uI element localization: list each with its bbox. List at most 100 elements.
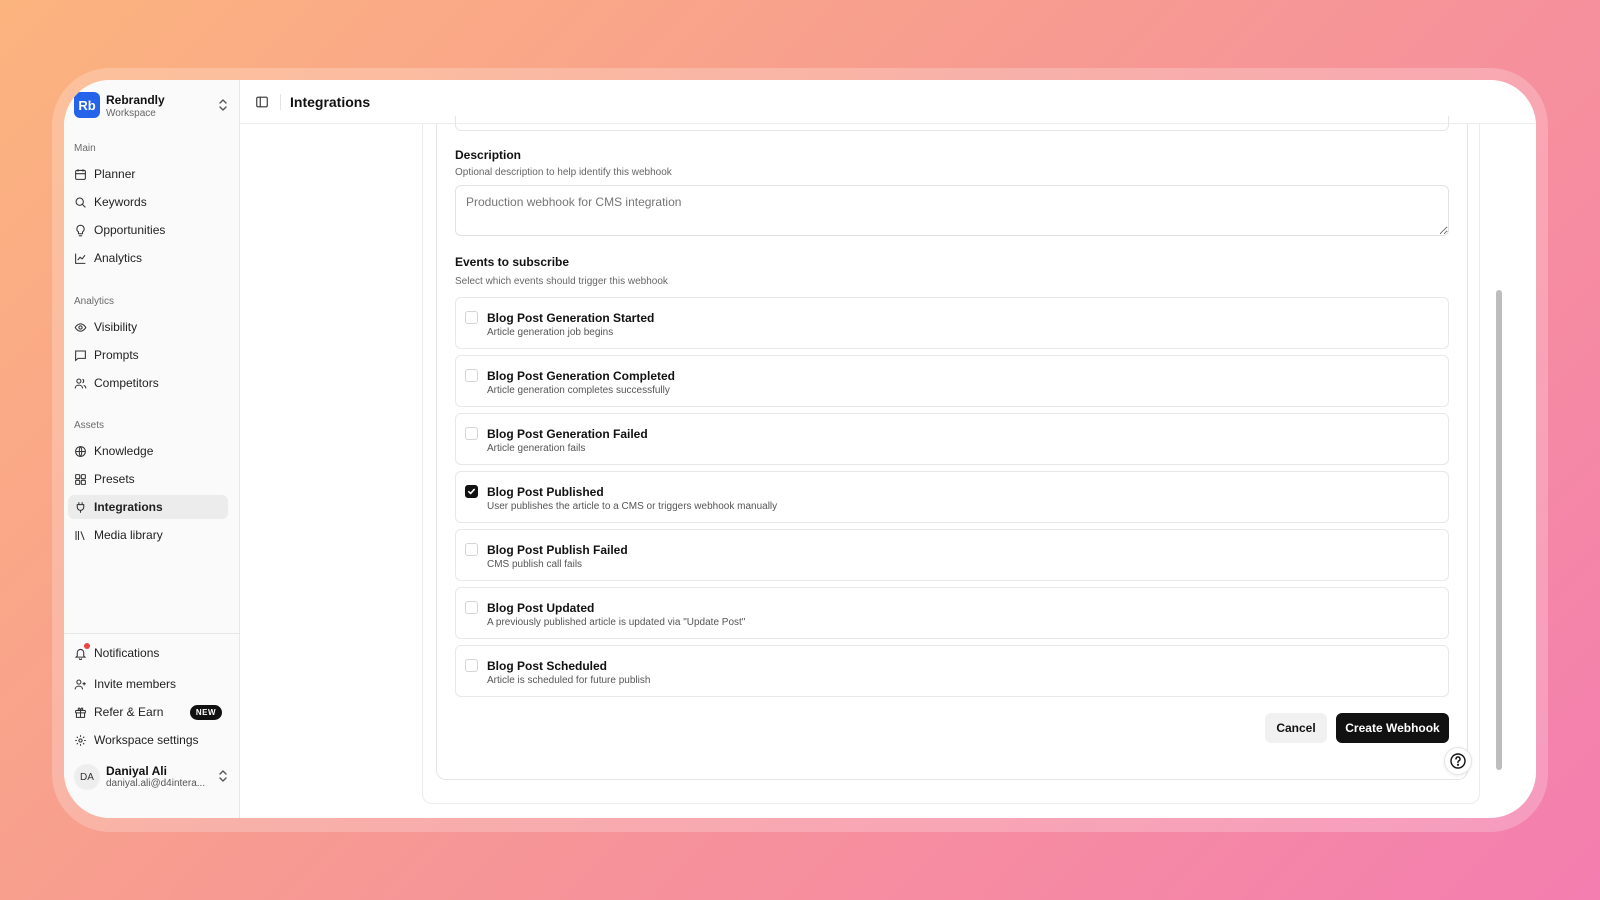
event-option-generation-failed[interactable]: Blog Post Generation Failed Article gene… [455, 413, 1449, 465]
event-title: Blog Post Generation Started [487, 311, 655, 325]
event-option-generation-completed[interactable]: Blog Post Generation Completed Article g… [455, 355, 1449, 407]
event-checkbox[interactable] [465, 659, 478, 672]
user-menu[interactable]: DA Daniyal Ali daniyal.ali@d4intera... [74, 762, 230, 798]
event-checkbox[interactable] [465, 427, 478, 440]
sidebar-item-label: Analytics [94, 251, 143, 265]
sidebar-item-planner[interactable]: Planner [68, 162, 228, 186]
sidebar-item-label: Keywords [94, 195, 147, 209]
sidebar-item-presets[interactable]: Presets [68, 467, 228, 491]
event-description: Article generation job begins [487, 327, 614, 338]
toolbar-divider [280, 94, 281, 110]
sidebar-item-visibility[interactable]: Visibility [68, 315, 228, 339]
create-webhook-button[interactable]: Create Webhook [1336, 713, 1449, 743]
event-option-published[interactable]: Blog Post Published User publishes the a… [455, 471, 1449, 523]
event-description: CMS publish call fails [487, 559, 583, 570]
grid-icon [75, 473, 86, 485]
help-circle-icon [1450, 753, 1466, 769]
sidebar-item-label: Prompts [94, 348, 139, 362]
sidebar: Rb Rebrandly Workspace Main Planner Keyw… [64, 80, 240, 818]
events-label: Events to subscribe [455, 255, 570, 269]
event-option-updated[interactable]: Blog Post Updated A previously published… [455, 587, 1449, 639]
sidebar-item-label: Presets [94, 472, 135, 486]
line-chart-icon [75, 253, 86, 264]
sidebar-item-keywords[interactable]: Keywords [68, 190, 228, 214]
description-textarea[interactable] [455, 185, 1449, 236]
sidebar-item-media-library[interactable]: Media library [68, 523, 228, 547]
event-checkbox[interactable] [465, 311, 478, 324]
sidebar-item-label: Invite members [94, 677, 177, 691]
gear-icon [75, 734, 86, 746]
sidebar-item-notifications[interactable]: Notifications [68, 641, 228, 665]
event-checkbox[interactable] [465, 601, 478, 614]
events-help: Select which events should trigger this … [455, 276, 668, 287]
event-option-publish-failed[interactable]: Blog Post Publish Failed CMS publish cal… [455, 529, 1449, 581]
eye-icon [74, 322, 87, 332]
avatar: DA [74, 764, 100, 790]
sidebar-item-integrations[interactable]: Integrations [68, 495, 228, 519]
event-title: Blog Post Publish Failed [487, 543, 628, 557]
sidebar-item-competitors[interactable]: Competitors [68, 371, 228, 395]
sidebar-item-refer-earn[interactable]: Refer & Earn NEW [68, 700, 228, 724]
sidebar-item-opportunities[interactable]: Opportunities [68, 218, 228, 242]
sidebar-toggle-button[interactable] [252, 92, 272, 112]
section-label-main: Main [74, 143, 96, 154]
sidebar-item-label: Workspace settings [94, 733, 199, 747]
event-option-generation-started[interactable]: Blog Post Generation Started Article gen… [455, 297, 1449, 349]
page-title: Integrations [290, 94, 371, 110]
workspace-logo: Rb [74, 92, 100, 118]
globe-icon [75, 445, 86, 457]
lightbulb-icon [76, 224, 85, 236]
sidebar-item-label: Integrations [94, 500, 163, 514]
sidebar-item-prompts[interactable]: Prompts [68, 343, 228, 367]
workspace-name: Rebrandly [106, 93, 165, 107]
users-icon [74, 378, 87, 388]
event-description: Article generation fails [487, 443, 586, 454]
help-button[interactable] [1444, 747, 1472, 775]
sidebar-item-label: Knowledge [94, 444, 154, 458]
description-label: Description [455, 148, 522, 162]
sidebar-item-label: Visibility [94, 320, 138, 334]
search-icon [75, 197, 86, 208]
cancel-button[interactable]: Cancel [1265, 713, 1327, 743]
event-title: Blog Post Generation Failed [487, 427, 648, 441]
event-option-scheduled[interactable]: Blog Post Scheduled Article is scheduled… [455, 645, 1449, 697]
sidebar-item-analytics[interactable]: Analytics [68, 246, 228, 270]
sidebar-item-invite-members[interactable]: Invite members [68, 672, 228, 696]
sidebar-divider [64, 633, 240, 634]
gift-icon [75, 707, 86, 718]
notification-dot [84, 643, 90, 649]
event-description: Article generation completes successfull… [487, 385, 670, 396]
event-checkbox[interactable] [465, 369, 478, 382]
previous-input-field[interactable] [455, 116, 1449, 131]
sidebar-item-workspace-settings[interactable]: Workspace settings [68, 728, 228, 752]
event-checkbox[interactable] [465, 543, 478, 556]
sidebar-item-label: Media library [94, 528, 163, 542]
sidebar-item-label: Refer & Earn [94, 705, 164, 719]
event-title: Blog Post Generation Completed [487, 369, 676, 383]
event-description: Article is scheduled for future publish [487, 675, 651, 686]
sidebar-item-knowledge[interactable]: Knowledge [68, 439, 228, 463]
sidebar-item-label: Notifications [94, 646, 160, 660]
chevrons-up-down-icon [219, 99, 227, 111]
section-label-analytics: Analytics [74, 296, 115, 307]
event-checkbox[interactable] [465, 485, 478, 498]
library-icon [75, 530, 85, 540]
event-title: Blog Post Published [487, 485, 604, 499]
new-badge: NEW [189, 704, 222, 720]
scrollbar-thumb[interactable] [1496, 290, 1502, 770]
calendar-icon [75, 168, 86, 180]
check-icon [467, 488, 476, 495]
chevrons-up-down-icon [219, 770, 227, 782]
sidebar-item-label: Planner [94, 167, 136, 181]
workspace-switcher[interactable]: Rb Rebrandly Workspace [74, 92, 230, 124]
event-description: A previously published article is update… [487, 617, 746, 628]
sidebar-item-label: Opportunities [94, 223, 166, 237]
event-title: Blog Post Updated [487, 601, 595, 615]
event-description: User publishes the article to a CMS or t… [487, 501, 778, 512]
panel-left-icon [256, 96, 268, 108]
user-email: daniyal.ali@d4intera... [106, 778, 206, 789]
user-plus-icon [74, 679, 86, 689]
plug-icon [76, 501, 85, 513]
user-name: Daniyal Ali [106, 764, 167, 778]
section-label-assets: Assets [74, 420, 105, 431]
